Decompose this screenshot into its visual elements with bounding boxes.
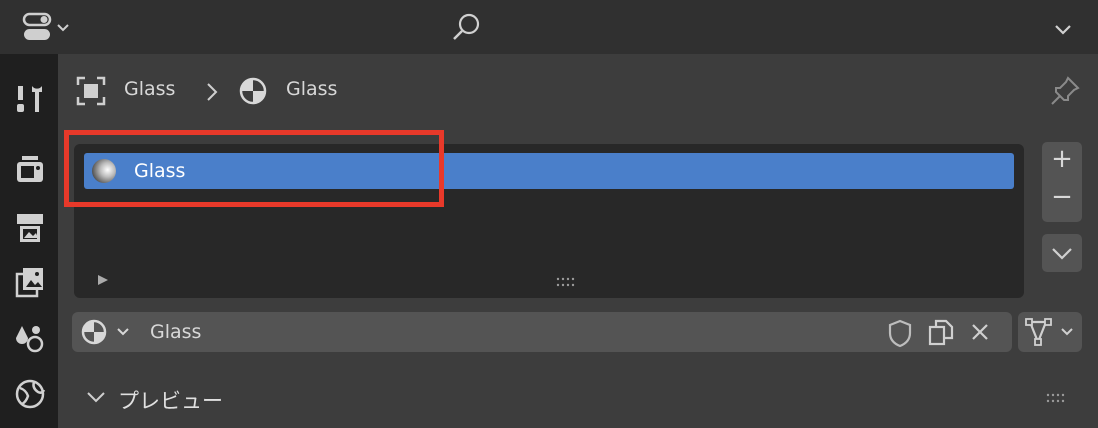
preview-panel-title: プレビュー bbox=[118, 389, 223, 413]
list-resize-grip-icon[interactable] bbox=[556, 276, 580, 288]
expand-arrow-icon[interactable] bbox=[96, 273, 110, 287]
tab-render[interactable] bbox=[10, 150, 50, 190]
object-icon bbox=[76, 76, 106, 106]
view-layer-images-icon bbox=[15, 268, 43, 298]
link-mode-dropdown[interactable] bbox=[1018, 312, 1082, 352]
breadcrumb-material-label: Glass bbox=[286, 78, 338, 100]
tab-scene[interactable] bbox=[10, 318, 50, 358]
pin-icon[interactable] bbox=[1048, 74, 1082, 108]
chevron-down-icon bbox=[1052, 248, 1072, 260]
editor-type-icon bbox=[22, 12, 69, 40]
duplicate-material-icon[interactable] bbox=[926, 318, 956, 348]
slot-add-remove-group: + − bbox=[1042, 142, 1082, 222]
fake-user-shield-icon[interactable] bbox=[886, 318, 914, 348]
header-collapse-button[interactable] bbox=[1050, 16, 1076, 42]
search-icon bbox=[453, 13, 480, 40]
scene-shapes-icon bbox=[16, 326, 44, 353]
breadcrumb: Glass Glass bbox=[58, 54, 1098, 126]
breadcrumb-object-label: Glass bbox=[124, 78, 176, 100]
material-browse-icon[interactable] bbox=[80, 318, 136, 346]
search-button[interactable] bbox=[447, 10, 487, 46]
preview-panel-header[interactable]: プレビュー bbox=[72, 370, 1088, 428]
close-icon[interactable] bbox=[968, 320, 994, 346]
chevron-down-icon bbox=[1055, 25, 1071, 35]
tab-world[interactable] bbox=[10, 374, 50, 414]
tool-wrench-screwdriver-icon bbox=[17, 86, 42, 112]
annotation-highlight-box bbox=[64, 130, 444, 207]
properties-tab-bar bbox=[0, 54, 58, 428]
output-printer-icon bbox=[17, 214, 43, 242]
material-icon bbox=[239, 77, 267, 105]
remove-slot-button[interactable]: − bbox=[1042, 182, 1082, 212]
world-globe-icon bbox=[15, 379, 46, 409]
panel-drag-grip-icon[interactable] bbox=[1046, 392, 1070, 404]
chevron-down-icon bbox=[87, 392, 105, 403]
chevron-right-icon bbox=[207, 83, 218, 101]
header-bar bbox=[0, 0, 1098, 54]
add-slot-button[interactable]: + bbox=[1042, 144, 1082, 174]
tab-view-layer[interactable] bbox=[10, 262, 50, 302]
material-selector[interactable]: Glass bbox=[72, 312, 1012, 352]
tab-output[interactable] bbox=[10, 208, 50, 248]
render-camera-icon bbox=[17, 156, 43, 182]
node-link-icon bbox=[1025, 318, 1073, 346]
editor-type-button[interactable] bbox=[20, 10, 76, 46]
material-name-field[interactable]: Glass bbox=[150, 321, 201, 343]
slot-specials-button[interactable] bbox=[1042, 234, 1082, 272]
tab-tool[interactable] bbox=[10, 78, 50, 118]
